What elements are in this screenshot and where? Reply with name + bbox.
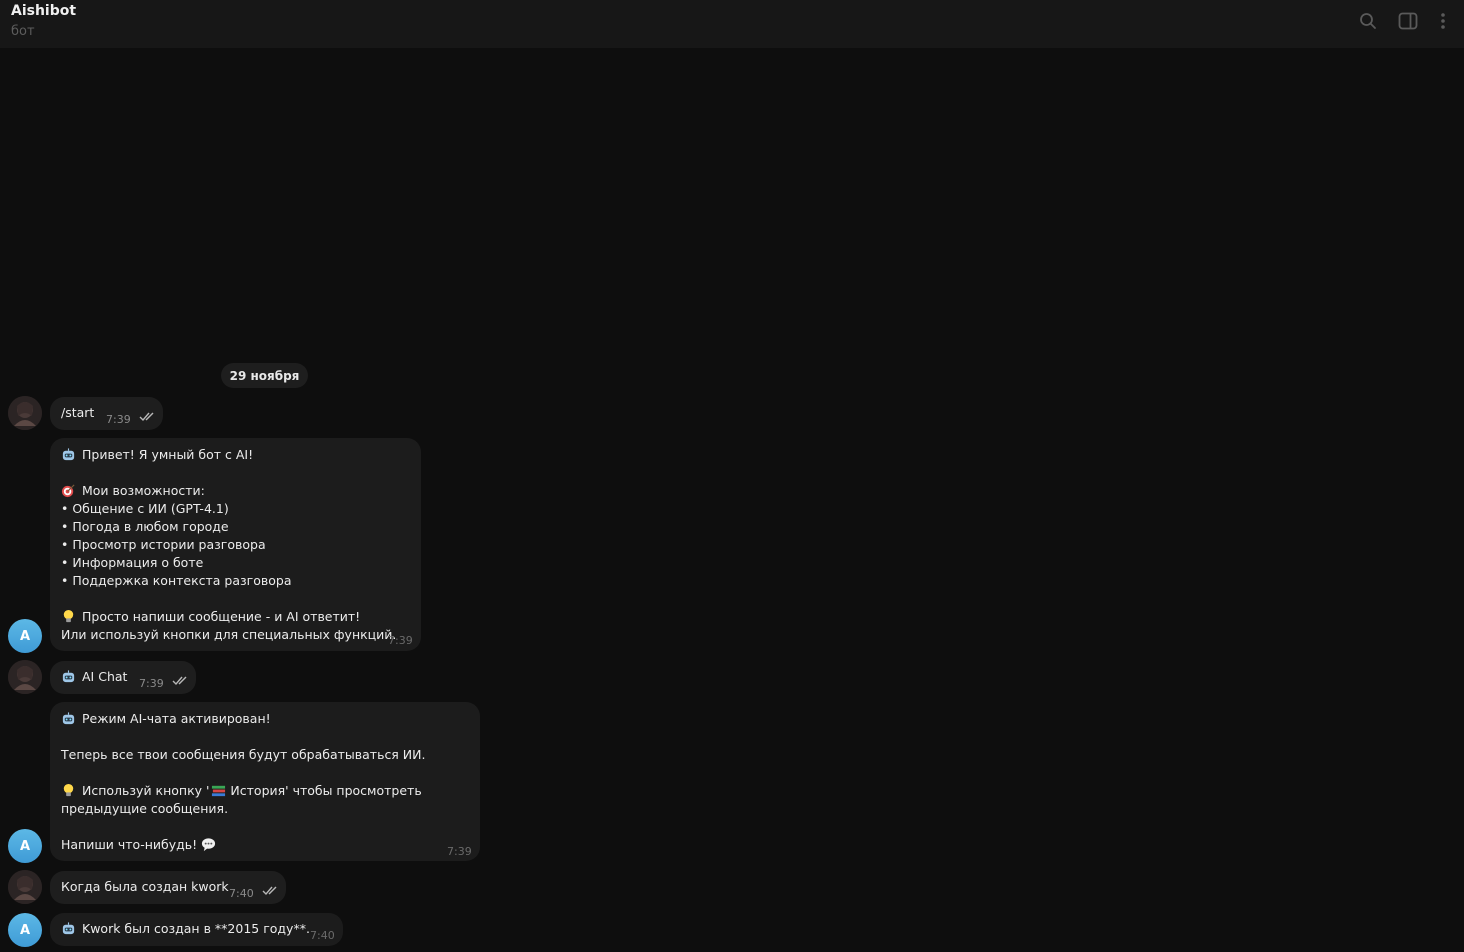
message-line: Теперь все твои сообщения будут обрабаты… xyxy=(61,747,426,762)
message-line: Используй кнопку ' История' чтобы просмо… xyxy=(61,782,425,800)
message-text: AI Chat xyxy=(61,668,127,686)
chat-header: Aishibot бот xyxy=(0,0,1464,48)
lightbulb-emoji-icon xyxy=(63,783,74,797)
message-line: • Поддержка контекста разговора xyxy=(61,573,292,588)
robot-emoji-icon xyxy=(62,712,75,725)
message-time: 7:40 xyxy=(310,929,335,942)
search-icon[interactable] xyxy=(1357,10,1379,32)
message-time: 7:39 xyxy=(106,413,131,426)
chat-subtitle: бот xyxy=(11,24,35,39)
books-emoji-icon xyxy=(212,785,226,797)
message-bubble[interactable]: Привет! Я умный бот с AI! Мои возможност… xyxy=(50,438,421,651)
robot-emoji-icon xyxy=(62,448,75,461)
message-line: Напиши что-нибудь! xyxy=(61,836,425,854)
robot-emoji-icon xyxy=(62,670,75,683)
chat-title[interactable]: Aishibot xyxy=(11,3,76,19)
message-time: 7:39 xyxy=(388,634,413,647)
message-bubble[interactable]: Kwork был создан в **2015 году**. 7:40 xyxy=(50,913,343,946)
message-line: Режим AI-чата активирован! xyxy=(61,710,425,728)
speech-bubble-emoji-icon xyxy=(202,838,216,852)
bot-avatar[interactable]: A xyxy=(8,913,42,947)
user-avatar[interactable] xyxy=(8,870,42,904)
message-line: • Просмотр истории разговора xyxy=(61,537,266,552)
message-line xyxy=(61,818,425,836)
message-bubble[interactable]: AI Chat 7:39 xyxy=(50,661,196,694)
message-line: • Информация о боте xyxy=(61,555,204,570)
user-avatar[interactable] xyxy=(8,660,42,694)
message-bubble[interactable]: /start 7:39 xyxy=(50,397,163,430)
message-time: 7:40 xyxy=(229,887,254,900)
lightbulb-emoji-icon xyxy=(63,609,74,623)
message-line xyxy=(61,590,396,608)
date-separator: 29 ноября xyxy=(221,363,308,388)
message-text: /start xyxy=(61,405,95,420)
message-line xyxy=(61,764,425,782)
message-text: Режим AI-чата активирован! Теперь все тв… xyxy=(61,710,425,854)
message-line: Или используй кнопки для специальных фун… xyxy=(61,627,397,642)
message-time: 7:39 xyxy=(139,677,164,690)
message-line: предыдущие сообщения. xyxy=(61,801,229,816)
message-bubble[interactable]: Режим AI-чата активирован! Теперь все тв… xyxy=(50,702,480,861)
message-line: • Погода в любом городе xyxy=(61,519,229,534)
read-check-icon xyxy=(139,412,154,422)
message-text: Привет! Я умный бот с AI! Мои возможност… xyxy=(61,446,396,644)
read-check-icon xyxy=(172,676,187,686)
sidebar-toggle-icon[interactable] xyxy=(1397,10,1419,32)
more-vert-icon[interactable] xyxy=(1432,10,1454,32)
message-text: Когда была создан kwork xyxy=(61,879,229,894)
message-time: 7:39 xyxy=(447,845,472,858)
message-line: • Общение с ИИ (GPT-4.1) xyxy=(61,501,229,516)
message-line xyxy=(61,464,396,482)
user-avatar[interactable] xyxy=(8,396,42,430)
message-line: Привет! Я умный бот с AI! xyxy=(61,446,396,464)
message-bubble[interactable]: Когда была создан kwork 7:40 xyxy=(50,871,286,904)
message-line xyxy=(61,728,425,746)
bot-avatar[interactable]: A xyxy=(8,829,42,863)
target-emoji-icon xyxy=(61,484,75,498)
message-line: Мои возможности: xyxy=(61,482,396,500)
bot-avatar[interactable]: A xyxy=(8,619,42,653)
robot-emoji-icon xyxy=(62,922,75,935)
message-line: Просто напиши сообщение - и AI ответит! xyxy=(61,608,396,626)
read-check-icon xyxy=(262,886,277,896)
message-text: Kwork был создан в **2015 году**. xyxy=(61,920,310,938)
